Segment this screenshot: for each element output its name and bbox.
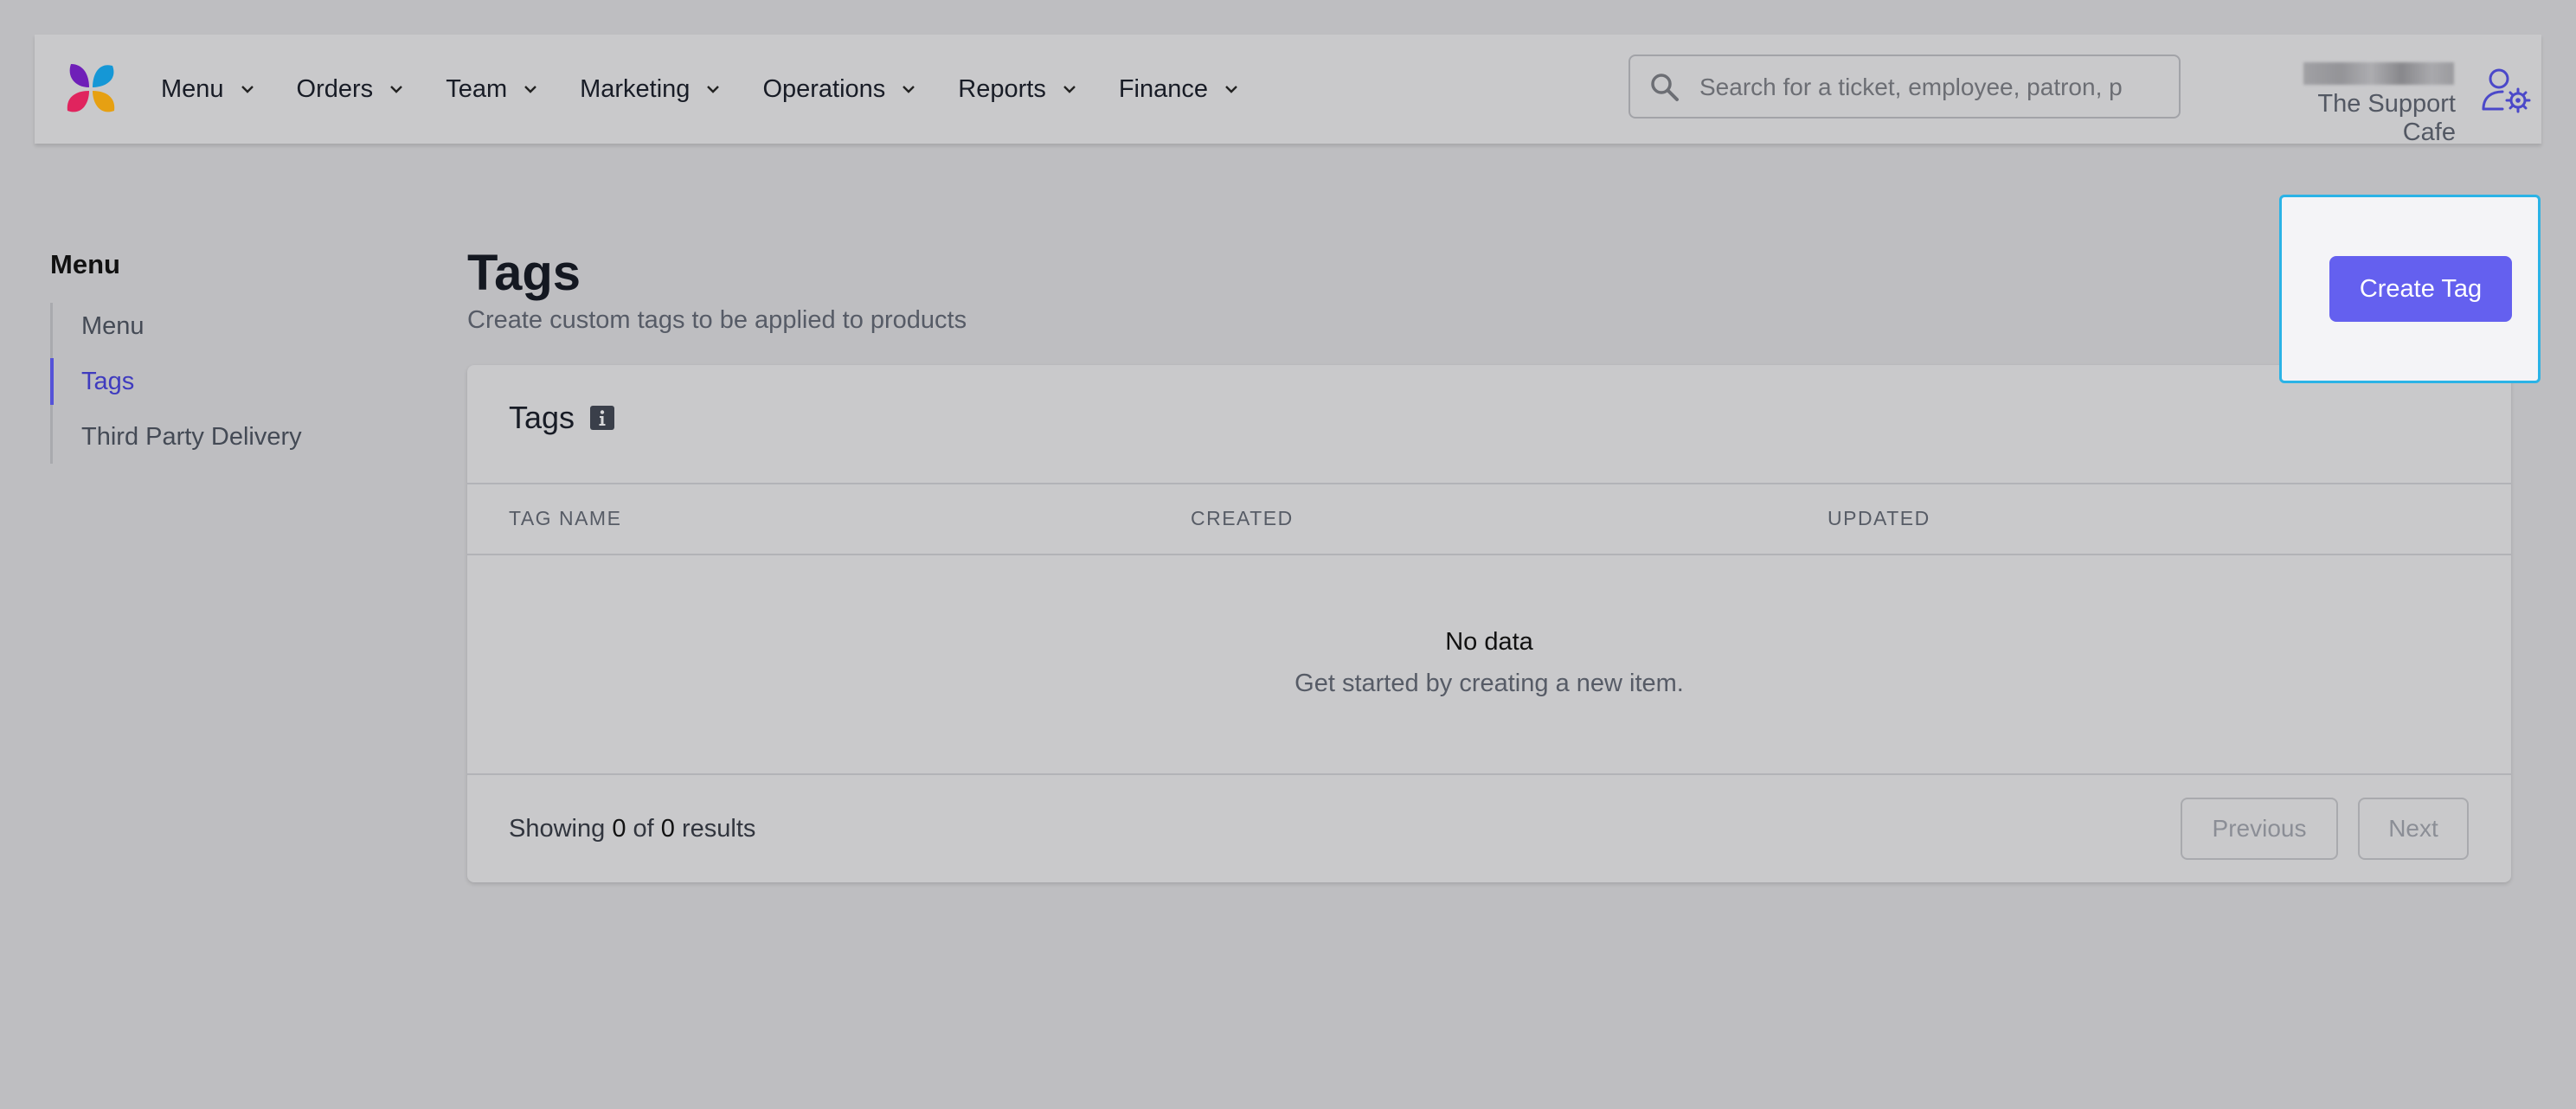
- search-icon: [1651, 74, 1679, 101]
- chevron-down-icon: [1063, 86, 1076, 93]
- nav-label: Team: [446, 74, 508, 103]
- column-header-updated[interactable]: UPDATED: [1828, 507, 1930, 530]
- chevron-down-icon: [524, 86, 536, 93]
- nav-label: Menu: [161, 74, 224, 103]
- results-summary: Showing 0 of 0 results: [509, 815, 755, 843]
- divider: [467, 773, 2511, 775]
- sidebar-nav: Menu Tags Third Party Delivery: [50, 303, 302, 464]
- chevron-down-icon: [241, 86, 254, 93]
- results-from: 0: [612, 815, 626, 843]
- nav-menu[interactable]: Menu: [161, 75, 255, 104]
- nav-finance[interactable]: Finance: [1119, 75, 1239, 104]
- chevron-down-icon: [707, 86, 720, 93]
- next-button[interactable]: Next: [2358, 798, 2469, 860]
- empty-state-title: No data: [1445, 628, 1533, 656]
- nav-label: Operations: [762, 74, 886, 103]
- column-header-tag-name[interactable]: TAG NAME: [509, 507, 621, 530]
- card-title: Tags: [509, 400, 575, 435]
- store-name: The Support Cafe: [2317, 90, 2456, 146]
- nav-label: Marketing: [580, 74, 691, 103]
- chevron-down-icon: [903, 86, 915, 93]
- results-prefix: Showing: [509, 815, 606, 843]
- results-total: 0: [660, 815, 675, 843]
- results-suffix: results: [681, 815, 756, 843]
- card-header: Tags: [509, 400, 615, 436]
- nav-label: Finance: [1118, 74, 1209, 103]
- nav-marketing[interactable]: Marketing: [580, 75, 721, 104]
- results-of: of: [633, 815, 654, 843]
- column-header-created[interactable]: CREATED: [1191, 507, 1294, 530]
- divider: [467, 483, 2511, 484]
- nav-team[interactable]: Team: [446, 75, 538, 104]
- search-input[interactable]: [1698, 65, 2168, 110]
- info-icon[interactable]: [590, 406, 615, 430]
- sidebar-title: Menu: [50, 249, 120, 279]
- user-name-redacted: [2303, 62, 2454, 85]
- sidebar-item-third-party-delivery[interactable]: Third Party Delivery: [53, 413, 302, 469]
- nav-operations[interactable]: Operations: [762, 75, 916, 104]
- previous-button[interactable]: Previous: [2181, 798, 2338, 860]
- chevron-down-icon: [390, 86, 403, 93]
- user-settings-icon[interactable]: [2482, 66, 2534, 116]
- tags-table-card: Tags TAG NAME CREATED UPDATED No data Ge…: [467, 365, 2511, 882]
- nav-orders[interactable]: Orders: [297, 75, 405, 104]
- nav-reports[interactable]: Reports: [958, 75, 1077, 104]
- main-nav: Menu Orders Team Marketing Operations Re…: [161, 35, 1281, 144]
- nav-label: Reports: [958, 74, 1046, 103]
- chevron-down-icon: [1225, 86, 1237, 93]
- nav-label: Orders: [296, 74, 374, 103]
- divider: [467, 554, 2511, 555]
- sidebar-item-menu[interactable]: Menu: [53, 303, 302, 358]
- top-navbar: Menu Orders Team Marketing Operations Re…: [35, 35, 2541, 146]
- empty-state-subtitle: Get started by creating a new item.: [1294, 670, 1684, 697]
- page-title: Tags: [467, 245, 581, 301]
- create-tag-button[interactable]: Create Tag: [2329, 256, 2512, 322]
- page-subtitle: Create custom tags to be applied to prod…: [467, 306, 967, 334]
- global-search[interactable]: [1628, 54, 2181, 119]
- pinwheel-logo[interactable]: [61, 59, 121, 119]
- sidebar-item-tags[interactable]: Tags: [50, 358, 302, 413]
